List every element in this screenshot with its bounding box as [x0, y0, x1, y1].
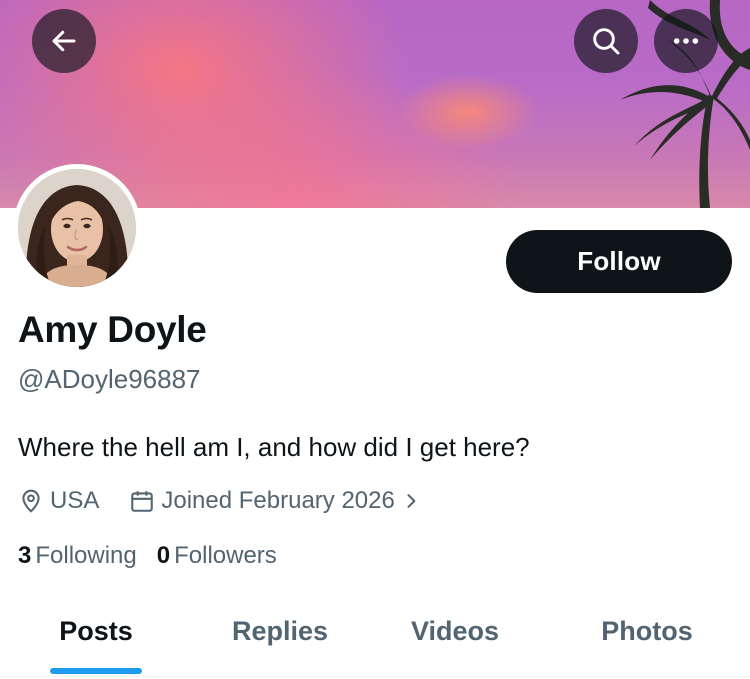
following-count: 3 — [18, 542, 32, 569]
arrow-left-icon — [52, 30, 76, 52]
back-button[interactable] — [32, 9, 96, 73]
joined-date[interactable]: Joined February 2026 — [129, 487, 420, 515]
tab-videos[interactable]: Videos — [360, 600, 550, 676]
profile-bio: Where the hell am I, and how did I get h… — [18, 432, 530, 462]
avatar[interactable] — [13, 164, 141, 292]
more-horizontal-icon — [673, 38, 699, 44]
chevron-right-icon — [407, 494, 416, 508]
location: USA — [18, 487, 99, 515]
calendar-icon — [131, 491, 154, 512]
user-handle: @ADoyle96887 — [18, 364, 201, 394]
tab-posts[interactable]: Posts — [0, 600, 192, 676]
following-link[interactable]: 3 Following — [18, 542, 137, 570]
joined-text: Joined February 2026 — [161, 487, 395, 514]
search-icon — [593, 28, 620, 55]
tab-replies[interactable]: Replies — [185, 600, 375, 676]
follow-button[interactable]: Follow — [506, 230, 732, 293]
profile-meta: USA Joined February 2026 — [18, 484, 421, 518]
more-options-button[interactable] — [654, 9, 718, 73]
location-text: USA — [50, 487, 100, 514]
active-tab-indicator — [50, 668, 142, 674]
following-label: Following — [35, 542, 137, 569]
avatar-image — [18, 169, 136, 287]
tab-photos[interactable]: Photos — [552, 600, 742, 676]
location-pin-icon — [22, 489, 40, 513]
display-name: Amy Doyle — [18, 309, 207, 350]
follow-stats: 3 Following 0 Followers — [18, 542, 277, 570]
followers-count: 0 — [156, 542, 171, 569]
profile-tabs: Posts Replies Videos Photos — [0, 600, 750, 677]
followers-label: Followers — [174, 542, 277, 569]
followers-link[interactable]: 0 Followers — [157, 542, 277, 570]
search-button[interactable] — [574, 9, 638, 73]
